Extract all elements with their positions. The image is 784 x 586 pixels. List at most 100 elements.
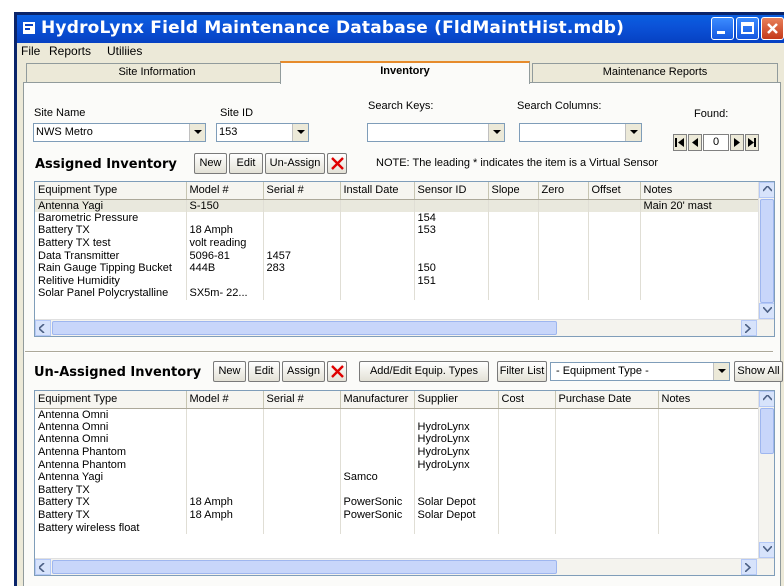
table-row[interactable]: Antenna Yagi Samco bbox=[35, 470, 760, 484]
site-id-select[interactable]: 153 bbox=[216, 123, 309, 142]
assigned-edit-button[interactable]: Edit bbox=[229, 153, 263, 174]
column-header[interactable]: Manufacturer bbox=[340, 391, 415, 409]
table-cell: 18 Amph bbox=[186, 224, 264, 237]
column-header[interactable]: Offset bbox=[588, 182, 641, 200]
column-header[interactable]: Equipment Type bbox=[35, 391, 187, 409]
scroll-down-icon[interactable] bbox=[759, 303, 774, 319]
scroll-thumb[interactable] bbox=[52, 321, 557, 335]
horizontal-scrollbar[interactable] bbox=[35, 319, 774, 336]
filter-equipment-select[interactable]: - Equipment Type - bbox=[550, 362, 730, 381]
show-all-button[interactable]: Show All bbox=[734, 361, 783, 382]
column-header[interactable]: Equipment Type bbox=[35, 182, 187, 200]
maximize-button[interactable] bbox=[736, 17, 759, 40]
table-cell bbox=[263, 483, 341, 497]
unassigned-new-button[interactable]: New bbox=[213, 361, 246, 382]
table-row[interactable]: Antenna Omni HydroLynx bbox=[35, 433, 760, 446]
column-header[interactable]: Supplier bbox=[414, 391, 499, 409]
table-row[interactable]: Battery TX test volt reading bbox=[35, 236, 760, 250]
column-header[interactable]: Notes bbox=[658, 391, 760, 409]
table-row[interactable]: Antenna Phantom HydroLynx bbox=[35, 458, 760, 471]
tab-site-information[interactable]: Site Information bbox=[26, 63, 288, 83]
title-bar[interactable]: HydroLynx Field Maintenance Database (Fl… bbox=[17, 15, 784, 43]
assigned-delete-button[interactable] bbox=[327, 153, 347, 174]
table-row[interactable]: Battery wireless float bbox=[35, 521, 760, 534]
scroll-right-icon[interactable] bbox=[741, 559, 757, 575]
table-cell: Antenna Omni bbox=[35, 420, 187, 434]
table-cell bbox=[538, 236, 589, 250]
scroll-left-icon[interactable] bbox=[35, 320, 51, 336]
column-header[interactable]: Purchase Date bbox=[555, 391, 659, 409]
scroll-up-icon[interactable] bbox=[759, 182, 774, 198]
first-record-button[interactable] bbox=[673, 134, 687, 151]
vertical-scrollbar[interactable] bbox=[758, 182, 774, 319]
unassigned-delete-button[interactable] bbox=[327, 361, 347, 382]
column-header[interactable]: Model # bbox=[186, 391, 264, 409]
horizontal-scrollbar[interactable] bbox=[35, 558, 774, 575]
search-keys-select[interactable] bbox=[367, 123, 505, 142]
column-header[interactable]: Sensor ID bbox=[414, 182, 489, 200]
scroll-up-icon[interactable] bbox=[759, 391, 774, 407]
table-row[interactable]: Antenna Omni HydroLynx bbox=[35, 420, 760, 434]
next-record-button[interactable] bbox=[730, 134, 744, 151]
table-row[interactable]: Battery TX bbox=[35, 483, 760, 497]
table-row[interactable]: Battery TX 18 Amph PowerSonic Solar Depot bbox=[35, 496, 760, 509]
menu-reports[interactable]: Reports bbox=[49, 44, 91, 58]
unassigned-edit-button[interactable]: Edit bbox=[248, 361, 280, 382]
assign-button[interactable]: Assign bbox=[282, 361, 325, 382]
column-header[interactable]: Slope bbox=[488, 182, 539, 200]
menu-utilities[interactable]: Utiliies bbox=[107, 44, 142, 58]
table-row[interactable]: Solar Panel Polycrystalline SX5m- 22... bbox=[35, 287, 760, 300]
table-cell: S-150 bbox=[186, 199, 264, 212]
table-row[interactable]: Barometric Pressure 154 bbox=[35, 211, 760, 225]
table-row[interactable]: Battery TX 18 Amph 153 bbox=[35, 224, 760, 237]
add-edit-equipment-types-button[interactable]: Add/Edit Equip. Types bbox=[359, 361, 489, 382]
last-record-button[interactable] bbox=[745, 134, 759, 151]
unassigned-inventory-grid[interactable]: Equipment Type Model # Serial # Manufacture… bbox=[34, 390, 775, 576]
scroll-left-icon[interactable] bbox=[35, 559, 51, 575]
column-header[interactable]: Serial # bbox=[263, 391, 341, 409]
table-row[interactable]: Antenna Omni bbox=[35, 408, 760, 421]
column-header[interactable]: Cost bbox=[498, 391, 556, 409]
chevron-down-icon[interactable] bbox=[625, 124, 641, 141]
tab-maintenance-reports[interactable]: Maintenance Reports bbox=[532, 63, 778, 83]
assigned-inventory-grid[interactable]: Equipment Type Model # Serial # Install Dat… bbox=[34, 181, 775, 337]
close-button[interactable] bbox=[761, 17, 784, 40]
scroll-right-icon[interactable] bbox=[741, 320, 757, 336]
table-cell bbox=[340, 433, 415, 446]
chevron-down-icon[interactable] bbox=[292, 124, 308, 141]
first-record-icon bbox=[675, 138, 684, 147]
assigned-table: Equipment Type Model # Serial # Install Dat… bbox=[35, 182, 760, 300]
chevron-down-icon[interactable] bbox=[189, 124, 205, 141]
vertical-scrollbar[interactable] bbox=[758, 391, 774, 558]
scroll-down-icon[interactable] bbox=[759, 542, 774, 558]
found-label: Found: bbox=[694, 108, 729, 120]
table-row[interactable]: Relitive Humidity 151 bbox=[35, 274, 760, 288]
previous-record-button[interactable] bbox=[688, 134, 702, 151]
unassign-button[interactable]: Un-Assign bbox=[265, 153, 325, 174]
search-columns-select[interactable] bbox=[519, 123, 642, 142]
table-row[interactable]: Antenna Yagi S-150 Main 20' mast bbox=[35, 199, 760, 212]
column-header[interactable]: Install Date bbox=[340, 182, 415, 200]
tab-inventory[interactable]: Inventory bbox=[280, 61, 530, 84]
minimize-button[interactable] bbox=[711, 17, 734, 40]
table-cell bbox=[498, 433, 556, 446]
chevron-down-icon[interactable] bbox=[488, 124, 504, 141]
column-header[interactable]: Zero bbox=[538, 182, 589, 200]
column-header[interactable]: Model # bbox=[186, 182, 264, 200]
table-row[interactable]: Battery TX 18 Amph PowerSonic Solar Depot bbox=[35, 508, 760, 522]
scroll-thumb[interactable] bbox=[760, 199, 774, 303]
unassigned-table: Equipment Type Model # Serial # Manufacture… bbox=[35, 391, 760, 534]
site-name-select[interactable]: NWS Metro bbox=[33, 123, 206, 142]
column-header[interactable]: Notes bbox=[640, 182, 760, 200]
scroll-thumb[interactable] bbox=[52, 560, 557, 574]
filter-list-button[interactable]: Filter List bbox=[497, 361, 547, 382]
table-row[interactable]: Rain Gauge Tipping Bucket 444B 283 150 bbox=[35, 261, 760, 275]
scroll-thumb[interactable] bbox=[760, 408, 774, 454]
close-icon bbox=[767, 23, 778, 34]
column-header[interactable]: Serial # bbox=[263, 182, 341, 200]
table-row[interactable]: Antenna Phantom HydroLynx bbox=[35, 445, 760, 459]
assigned-new-button[interactable]: New bbox=[194, 153, 227, 174]
table-row[interactable]: Data Transmitter 5096-81 1457 bbox=[35, 249, 760, 262]
chevron-down-icon[interactable] bbox=[713, 363, 729, 380]
menu-file[interactable]: File bbox=[21, 44, 40, 58]
